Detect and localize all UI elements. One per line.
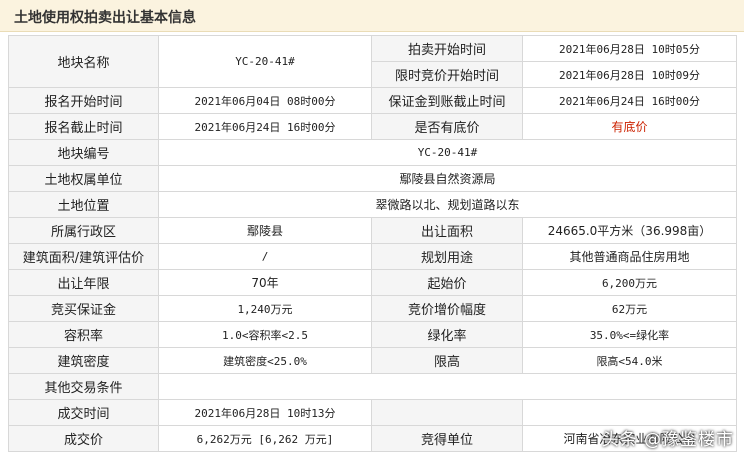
reg-end-value: 2021年06月24日 16时00分 (158, 113, 372, 140)
reg-start-label: 报名开始时间 (8, 87, 159, 114)
table-row: 地块编号 YC-20-41# (8, 139, 737, 166)
table-row: 报名截止时间 2021年06月24日 16时00分 是否有底价 有底价 (8, 113, 737, 140)
page-header: 土地使用权拍卖出让基本信息 (0, 0, 744, 32)
bid-deposit-label: 竞买保证金 (8, 295, 159, 322)
auction-start-label: 拍卖开始时间 (371, 35, 523, 62)
bid-deposit-value: 1,240万元 (158, 295, 372, 322)
area-value: 24665.0平方米（36.998亩） (522, 217, 737, 244)
other-conditions-value (158, 373, 737, 400)
density-value: 建筑密度<25.0% (158, 347, 372, 374)
reserve-price-value: 有底价 (522, 113, 737, 140)
deposit-deadline-label: 保证金到账截止时间 (371, 87, 523, 114)
start-price-value: 6,200万元 (522, 269, 737, 296)
parcel-number-value: YC-20-41# (158, 139, 737, 166)
area-label: 出让面积 (371, 217, 523, 244)
table-row: 竞买保证金 1,240万元 竞价增价幅度 62万元 (8, 295, 737, 322)
ownership-unit-value: 鄢陵县自然资源局 (158, 165, 737, 192)
term-value: 70年 (158, 269, 372, 296)
height-limit-label: 限高 (371, 347, 523, 374)
limited-bid-start-value: 2021年06月28日 10时09分 (522, 61, 737, 88)
parcel-name-value: YC-20-41# (158, 35, 372, 88)
increment-label: 竞价增价幅度 (371, 295, 523, 322)
height-limit-value: 限高<54.0米 (522, 347, 737, 374)
reg-start-value: 2021年06月04日 08时00分 (158, 87, 372, 114)
green-rate-value: 35.0%<=绿化率 (522, 321, 737, 348)
table-row: 地块名称 YC-20-41# 拍卖开始时间 2021年06月28日 10时05分 (8, 35, 737, 88)
table-row: 成交时间 2021年06月28日 10时13分 (8, 399, 737, 426)
deal-time-value: 2021年06月28日 10时13分 (158, 399, 372, 426)
winner-label: 竞得单位 (371, 425, 523, 452)
planned-use-value: 其他普通商品住房用地 (522, 243, 737, 270)
table-row: 土地位置 翠微路以北、规划道路以东 (8, 191, 737, 218)
auction-start-value: 2021年06月28日 10时05分 (522, 35, 737, 62)
table-row: 容积率 1.0<容积率<2.5 绿化率 35.0%<=绿化率 (8, 321, 737, 348)
term-label: 出让年限 (8, 269, 159, 296)
blank-label (371, 399, 523, 426)
parcel-number-label: 地块编号 (8, 139, 159, 166)
other-conditions-label: 其他交易条件 (8, 373, 159, 400)
reg-end-label: 报名截止时间 (8, 113, 159, 140)
table-row: 土地权属单位 鄢陵县自然资源局 (8, 165, 737, 192)
deal-price-label: 成交价 (8, 425, 159, 452)
table-row: 其他交易条件 (8, 373, 737, 400)
location-label: 土地位置 (8, 191, 159, 218)
table-row: 出让年限 70年 起始价 6,200万元 (8, 269, 737, 296)
blank-value (522, 399, 737, 426)
table-row: 报名开始时间 2021年06月04日 08时00分 保证金到账截止时间 2021… (8, 87, 737, 114)
district-value: 鄢陵县 (158, 217, 372, 244)
parcel-name-label: 地块名称 (8, 35, 159, 88)
far-value: 1.0<容积率<2.5 (158, 321, 372, 348)
planned-use-label: 规划用途 (371, 243, 523, 270)
district-label: 所属行政区 (8, 217, 159, 244)
table-row: 建筑密度 建筑密度<25.0% 限高 限高<54.0米 (8, 347, 737, 374)
density-label: 建筑密度 (8, 347, 159, 374)
deal-time-label: 成交时间 (8, 399, 159, 426)
deal-price-value: 6,262万元 [6,262 万元] (158, 425, 372, 452)
ownership-unit-label: 土地权属单位 (8, 165, 159, 192)
building-area-value: / (158, 243, 372, 270)
table-row: 所属行政区 鄢陵县 出让面积 24665.0平方米（36.998亩） (8, 217, 737, 244)
reserve-price-label: 是否有底价 (371, 113, 523, 140)
building-area-label: 建筑面积/建筑评估价 (8, 243, 159, 270)
green-rate-label: 绿化率 (371, 321, 523, 348)
start-price-label: 起始价 (371, 269, 523, 296)
location-value: 翠微路以北、规划道路以东 (158, 191, 737, 218)
table-row: 建筑面积/建筑评估价 / 规划用途 其他普通商品住房用地 (8, 243, 737, 270)
watermark: 头条 @豫鉴楼市 (601, 430, 734, 450)
increment-value: 62万元 (522, 295, 737, 322)
deposit-deadline-value: 2021年06月24日 16时00分 (522, 87, 737, 114)
limited-bid-start-label: 限时竞价开始时间 (371, 61, 523, 88)
page-title: 土地使用权拍卖出让基本信息 (14, 10, 196, 26)
land-info-table: 地块名称 YC-20-41# 拍卖开始时间 2021年06月28日 10时05分… (8, 35, 737, 452)
far-label: 容积率 (8, 321, 159, 348)
